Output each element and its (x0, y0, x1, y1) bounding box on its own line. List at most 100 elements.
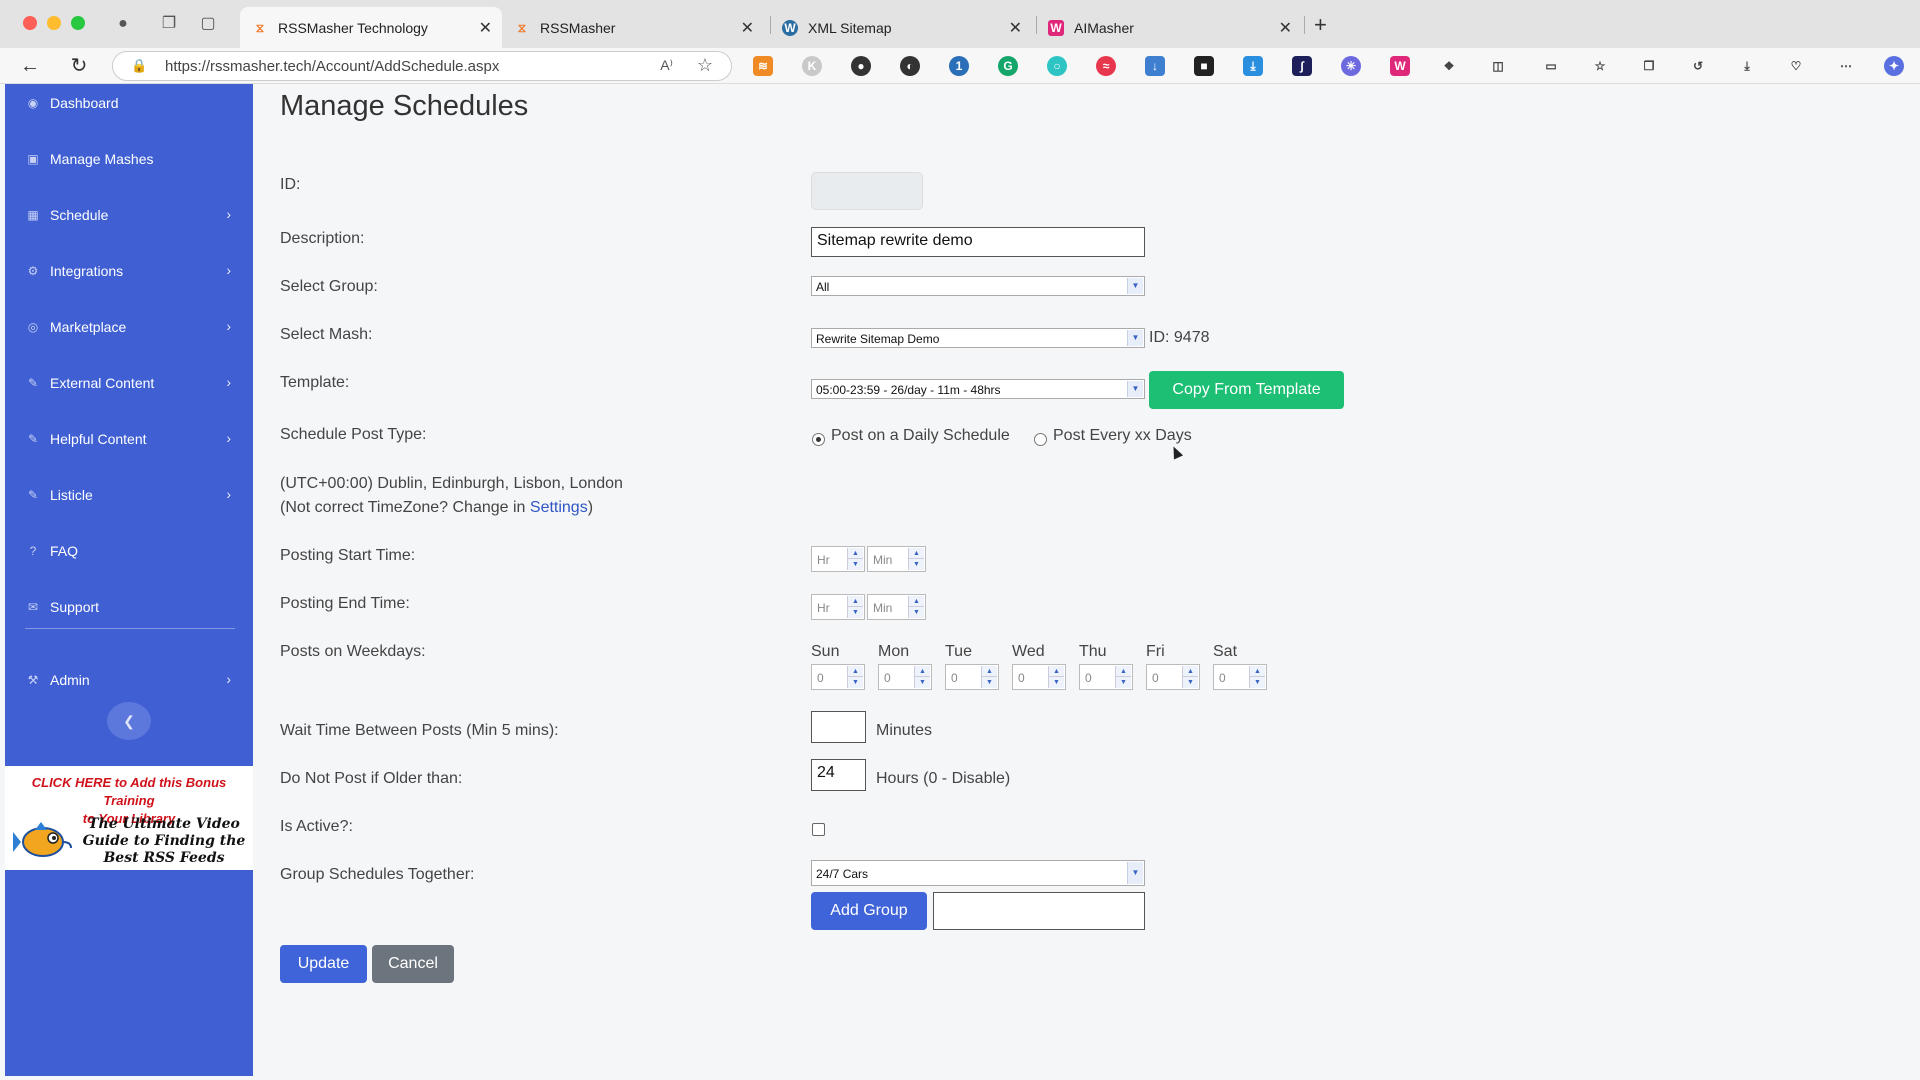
k-extension-icon[interactable]: K (802, 56, 822, 76)
sidebar-item-listicle[interactable]: ✎ Listicle › (5, 476, 253, 516)
url-text[interactable]: https://rssmasher.tech/Account/AddSchedu… (165, 58, 499, 75)
chevron-up-icon[interactable]: ▲ (909, 596, 924, 607)
history-icon[interactable]: ↺ (1688, 56, 1708, 76)
group-together-dropdown[interactable]: 24/7 Cars ▼ (811, 860, 1145, 886)
collapse-sidebar-button[interactable]: ❮ (107, 702, 151, 740)
sidebar-item-external-content[interactable]: ✎ External Content › (5, 364, 253, 404)
every-xx-days-label[interactable]: Post Every xx Days (1053, 427, 1192, 445)
settings-link[interactable]: Settings (530, 499, 588, 516)
favorites-icon[interactable]: ☆ (1590, 56, 1610, 76)
chevron-down-icon[interactable]: ▼ (1116, 677, 1131, 688)
stepper-buttons[interactable]: ▲ ▼ (1048, 666, 1064, 688)
copilot-icon[interactable]: ✦ (1884, 56, 1904, 76)
chevron-down-icon[interactable]: ▼ (982, 677, 997, 688)
bonus-training-banner[interactable]: CLICK HERE to Add this Bonus Training to… (5, 766, 253, 870)
chevron-up-icon[interactable]: ▲ (982, 666, 997, 677)
weekday-stepper-mon[interactable]: 0 ▲ ▼ (878, 664, 932, 690)
sidebar-item-dashboard[interactable]: ◉ Dashboard (5, 84, 253, 124)
downloads-icon[interactable]: ⤓ (1737, 56, 1757, 76)
puzzle-icon[interactable]: ❖ (1439, 56, 1459, 76)
favorite-star-icon[interactable]: ☆ (697, 55, 713, 76)
older-than-input[interactable]: 24 (811, 759, 866, 791)
end-hour-stepper[interactable]: Hr ▲ ▼ (811, 594, 865, 620)
sidebar-item-faq[interactable]: ? FAQ (5, 532, 253, 572)
refresh-icon[interactable]: ↻ (67, 54, 91, 78)
chevron-up-icon[interactable]: ▲ (1049, 666, 1064, 677)
cancel-button[interactable]: Cancel (372, 945, 454, 983)
copy-from-template-button[interactable]: Copy From Template (1149, 371, 1344, 409)
chevron-down-icon[interactable]: ▼ (1183, 677, 1198, 688)
address-bar[interactable]: 🔒 https://rssmasher.tech/Account/AddSche… (112, 51, 732, 81)
stepper-buttons[interactable]: ▲ ▼ (847, 666, 863, 688)
start-minute-stepper[interactable]: Min ▲ ▼ (867, 546, 926, 572)
template-dropdown[interactable]: 05:00-23:59 - 26/day - 11m - 48hrs ▼ (811, 379, 1145, 399)
chevron-down-icon[interactable]: ▼ (915, 677, 930, 688)
chevron-down-icon[interactable]: ▼ (848, 559, 863, 570)
daily-schedule-label[interactable]: Post on a Daily Schedule (831, 427, 1010, 445)
close-icon[interactable]: ✕ (479, 18, 492, 38)
add-group-button[interactable]: Add Group (811, 892, 927, 930)
select-group-dropdown[interactable]: All ▼ (811, 276, 1145, 296)
stepper-buttons[interactable]: ▲ ▼ (1249, 666, 1265, 688)
sidebar-item-schedule[interactable]: ▦ Schedule › (5, 196, 253, 236)
stepper-buttons[interactable]: ▲ ▼ (1182, 666, 1198, 688)
collections-icon[interactable]: ❐ (159, 14, 179, 34)
stepper-buttons[interactable]: ▲ ▼ (908, 548, 924, 570)
tab-aimasher[interactable]: W AIMasher ✕ (1036, 7, 1302, 48)
chevron-down-icon[interactable]: ▼ (909, 607, 924, 618)
close-icon[interactable]: ✕ (1009, 18, 1022, 38)
profile-icon[interactable]: ● (113, 14, 133, 34)
extension-icon[interactable]: ◐ (900, 56, 920, 76)
new-tab-icon[interactable]: + (1314, 12, 1327, 38)
extension-icon[interactable]: ● (851, 56, 871, 76)
weekday-stepper-wed[interactable]: 0 ▲ ▼ (1012, 664, 1066, 690)
maximize-window-button[interactable] (71, 16, 85, 30)
password-extension-icon[interactable]: 1 (949, 56, 969, 76)
is-active-checkbox[interactable] (812, 823, 825, 836)
read-aloud-icon[interactable]: A⁾ (660, 57, 673, 74)
extension-icon[interactable]: ∫ (1292, 56, 1312, 76)
split-screen-icon[interactable]: ◫ (1488, 56, 1508, 76)
stepper-buttons[interactable]: ▲ ▼ (914, 666, 930, 688)
downloader-extension-icon[interactable]: ⤓ (1243, 56, 1263, 76)
update-button[interactable]: Update (280, 945, 367, 983)
start-hour-stepper[interactable]: Hr ▲ ▼ (811, 546, 865, 572)
chevron-down-icon[interactable]: ▼ (848, 607, 863, 618)
chevron-down-icon[interactable]: ▼ (848, 677, 863, 688)
chevron-down-icon[interactable]: ▼ (1127, 330, 1143, 346)
close-icon[interactable]: ✕ (741, 18, 754, 38)
download-extension-icon[interactable]: ↓ (1145, 56, 1165, 76)
weekday-stepper-thu[interactable]: 0 ▲ ▼ (1079, 664, 1133, 690)
chevron-down-icon[interactable]: ▼ (1250, 677, 1265, 688)
more-options-icon[interactable]: ⋯ (1836, 56, 1856, 76)
sidebar-item-manage-mashes[interactable]: ▣ Manage Mashes (5, 140, 253, 180)
chevron-down-icon[interactable]: ▼ (1127, 278, 1143, 294)
stepper-buttons[interactable]: ▲ ▼ (908, 596, 924, 618)
sidebar-item-support[interactable]: ✉ Support (5, 588, 253, 628)
chevron-up-icon[interactable]: ▲ (848, 596, 863, 607)
end-minute-stepper[interactable]: Min ▲ ▼ (867, 594, 926, 620)
extension-icon[interactable]: ✳ (1341, 56, 1361, 76)
chevron-up-icon[interactable]: ▲ (1116, 666, 1131, 677)
sidebar-item-admin[interactable]: ⚒ Admin › (5, 661, 253, 701)
collections-icon[interactable]: ❐ (1639, 56, 1659, 76)
wait-time-input[interactable] (811, 711, 866, 743)
cast-icon[interactable]: ▭ (1541, 56, 1561, 76)
close-window-button[interactable] (23, 16, 37, 30)
chevron-up-icon[interactable]: ▲ (1183, 666, 1198, 677)
tab-rssmasher-technology[interactable]: ⧖ RSSMasher Technology ✕ (240, 7, 502, 48)
close-icon[interactable]: ✕ (1279, 18, 1292, 38)
chevron-up-icon[interactable]: ▲ (848, 548, 863, 559)
weekday-stepper-sat[interactable]: 0 ▲ ▼ (1213, 664, 1267, 690)
chevron-up-icon[interactable]: ▲ (915, 666, 930, 677)
chevron-up-icon[interactable]: ▲ (848, 666, 863, 677)
stepper-buttons[interactable]: ▲ ▼ (847, 548, 863, 570)
chevron-down-icon[interactable]: ▼ (1127, 862, 1143, 884)
daily-schedule-radio[interactable] (812, 433, 825, 446)
chevron-down-icon[interactable]: ▼ (909, 559, 924, 570)
chevron-down-icon[interactable]: ▼ (1049, 677, 1064, 688)
select-mash-dropdown[interactable]: Rewrite Sitemap Demo ▼ (811, 328, 1145, 348)
chevron-down-icon[interactable]: ▼ (1127, 381, 1143, 397)
chevron-up-icon[interactable]: ▲ (1250, 666, 1265, 677)
tab-actions-icon[interactable]: ▢ (198, 14, 218, 34)
